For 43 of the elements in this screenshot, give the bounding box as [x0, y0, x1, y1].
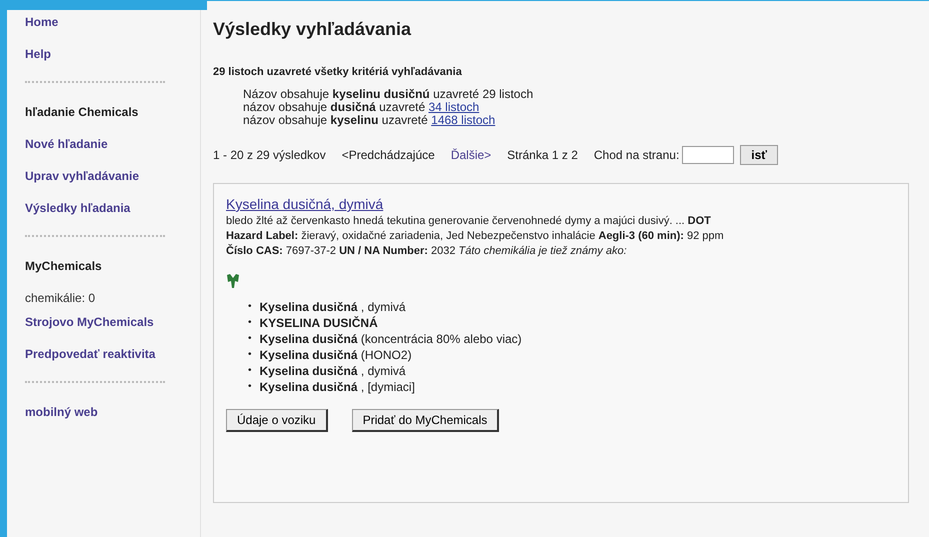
result-description: bledo žlté až červenkasto hnedá tekutina generovanie červenohnedé dymy a majúci dusivý. ... DOT — [226, 214, 712, 229]
leaf-icon — [226, 273, 240, 289]
bullet: • — [248, 348, 252, 362]
go-button[interactable]: isť — [740, 145, 778, 165]
sidebar-link[interactable]: Strojovo MyChemicals — [25, 315, 154, 329]
bullet: • — [248, 364, 252, 378]
results-link[interactable]: 1468 listoch — [431, 113, 496, 127]
results-link[interactable]: 34 listoch — [428, 100, 480, 114]
sidebar-heading: hľadanie Chemicals — [25, 105, 138, 119]
bullet: • — [248, 380, 252, 394]
sidebar-link[interactable]: Výsledky hľadania — [25, 201, 130, 215]
result-description: Hazard Label: žieravý, oxidačné zariadenia, Jed Nebezpečenstvo inhalácie Aegli-3 (60 min): 92 ppm — [226, 229, 725, 244]
bullet: • — [248, 316, 252, 330]
result-range: 1 - 20 z 29 výsledkov — [213, 148, 326, 162]
synonym-item: Kyselina dusičná (HONO2) — [260, 347, 412, 363]
synonym-item: KYSELINA DUSIČNÁ — [260, 315, 378, 331]
sidebar-link[interactable]: Help — [25, 47, 52, 61]
sidebar-link[interactable]: Uprav vyhľadávanie — [25, 169, 140, 183]
page-title: Výsledky vyhľadávania — [213, 19, 412, 40]
page-indicator: Stránka 1 z 2 — [507, 148, 578, 162]
results-summary: 29 listoch uzavreté všetky kritériá vyhľadávania — [213, 66, 462, 78]
chemical-count: chemikálie: 0 — [25, 291, 96, 305]
criterion-text: názov obsahuje dusičná uzavreté — [243, 100, 426, 114]
bullet: • — [248, 300, 252, 314]
goto-label: Chod na stranu: — [594, 148, 680, 162]
result-description: Číslo CAS: 7697-37-2 UN / NA Number: 2032 Táto chemikália je tiež známy ako: — [226, 244, 628, 259]
synonym-item: Kyselina dusičná , dymivá — [260, 363, 406, 379]
synonym-item: Kyselina dusičná (koncentrácia 80% alebo viac) — [260, 331, 522, 347]
sidebar-link[interactable]: Home — [25, 15, 58, 29]
sidebar-link[interactable]: Nové hľadanie — [25, 137, 108, 151]
result-title-link[interactable]: Kyselina dusičná, dymivá — [226, 196, 384, 212]
card-button[interactable]: Údaje o voziku — [226, 409, 328, 432]
card-button[interactable]: Pridať do MyChemicals — [352, 409, 500, 432]
next-link[interactable]: Ďalšie> — [450, 148, 492, 162]
criterion-text: názov obsahuje kyselinu uzavreté — [243, 113, 428, 127]
criterion-text: Názov obsahuje kyselinu dusičnú uzavreté 29 listoch — [243, 87, 534, 101]
sidebar-link[interactable]: mobilný web — [25, 405, 98, 419]
sidebar-heading: MyChemicals — [25, 259, 102, 273]
bullet: • — [248, 332, 252, 346]
synonym-item: Kyselina dusičná , dymivá — [260, 299, 406, 315]
page-input-field[interactable] — [682, 146, 734, 164]
sidebar-link[interactable]: Predpovedať reaktivita — [25, 347, 156, 361]
synonym-item: Kyselina dusičná , [dymiaci] — [260, 379, 415, 395]
